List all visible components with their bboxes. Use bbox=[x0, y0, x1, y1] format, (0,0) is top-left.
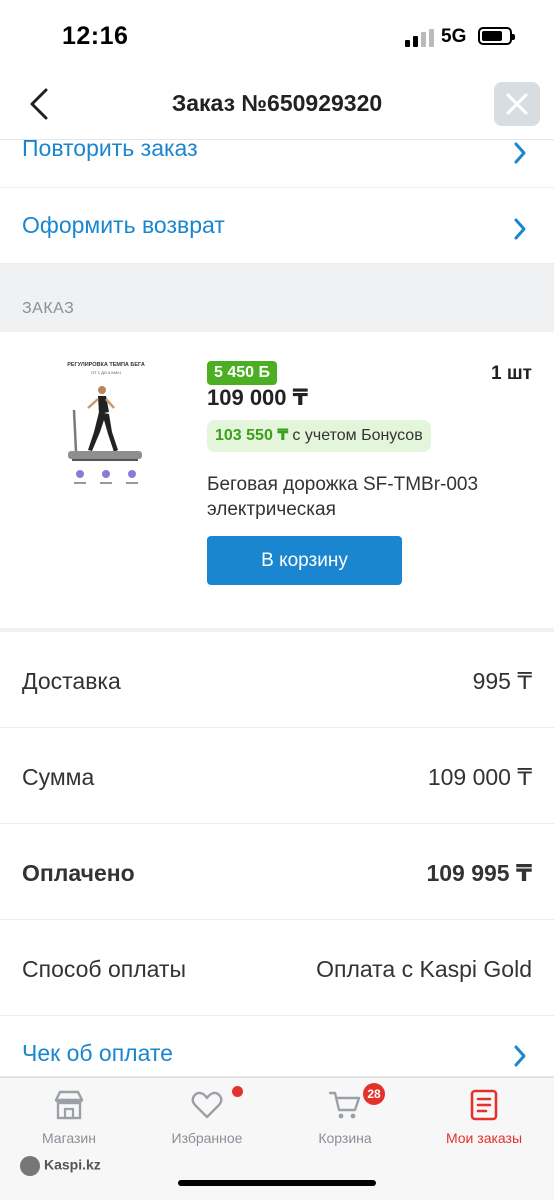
return-order-label: Оформить возврат bbox=[22, 212, 225, 238]
cart-icon bbox=[328, 1091, 361, 1119]
tab-label: Корзина bbox=[318, 1130, 372, 1146]
summary-row-paid: Оплачено 109 995 ₸ bbox=[0, 824, 554, 920]
chevron-right-icon bbox=[514, 218, 526, 240]
product-image-headline: РЕГУЛИРОВКА ТЕМПА БЕГА bbox=[67, 362, 145, 368]
tab-label: Избранное bbox=[171, 1130, 243, 1146]
summary-label: Способ оплаты bbox=[22, 956, 186, 982]
chevron-right-icon bbox=[514, 1045, 526, 1067]
product-image-subline: ОТ 1 ДО 6 КМ/Ч bbox=[91, 370, 121, 375]
kaspi-logo-icon bbox=[20, 1156, 40, 1176]
tab-my-orders[interactable]: Мои заказы bbox=[414, 1078, 554, 1156]
tab-favorites[interactable]: Избранное bbox=[138, 1078, 276, 1156]
tab-cart[interactable]: 28 Корзина bbox=[276, 1078, 414, 1156]
summary-row-payment-method: Способ оплаты Оплата с Kaspi Gold bbox=[0, 920, 554, 1016]
signal-icon bbox=[405, 29, 434, 47]
watermark-text: Kaspi.kz bbox=[44, 1156, 101, 1173]
product-quantity: 1 шт bbox=[491, 363, 532, 384]
receipt-row[interactable]: Чек об оплате bbox=[0, 1016, 554, 1077]
tab-label: Мои заказы bbox=[445, 1130, 523, 1146]
close-button[interactable] bbox=[494, 82, 540, 126]
orders-icon bbox=[470, 1089, 498, 1121]
network-label: 5G bbox=[441, 26, 467, 47]
product-image[interactable]: РЕГУЛИРОВКА ТЕМПА БЕГА ОТ 1 ДО 6 КМ/Ч bbox=[54, 352, 158, 500]
notification-dot bbox=[232, 1086, 243, 1097]
page-title: Заказ №650929320 bbox=[171, 90, 383, 116]
store-icon bbox=[54, 1090, 84, 1120]
summary-value: 109 995 ₸ bbox=[426, 860, 532, 886]
summary-row-delivery: Доставка 995 ₸ bbox=[0, 632, 554, 728]
summary-row-total: Сумма 109 000 ₸ bbox=[0, 728, 554, 824]
summary-label: Доставка bbox=[22, 668, 121, 694]
watermark: Kaspi.kz bbox=[20, 1156, 101, 1176]
product-price: 109 000 ₸ bbox=[207, 385, 308, 410]
status-time: 12:16 bbox=[62, 22, 129, 50]
tab-store[interactable]: Магазин bbox=[0, 1078, 138, 1156]
receipt-label: Чек об оплате bbox=[22, 1040, 173, 1066]
status-bar: 12:16 5G bbox=[0, 0, 554, 70]
summary-value: 995 ₸ bbox=[472, 668, 532, 694]
bonus-note: с учетом Бонусов bbox=[292, 427, 423, 444]
product-name[interactable]: Беговая дорожка SF-TMBr-003 электрическа… bbox=[207, 472, 527, 522]
heart-icon bbox=[191, 1091, 223, 1119]
close-icon bbox=[506, 93, 528, 115]
section-label: ЗАКАЗ bbox=[22, 300, 75, 317]
battery-icon bbox=[478, 27, 515, 45]
bonus-badge: 5 450 Б bbox=[207, 361, 277, 385]
chevron-right-icon bbox=[514, 142, 526, 164]
summary-label: Оплачено bbox=[22, 860, 135, 886]
nav-header: Заказ №650929320 bbox=[0, 70, 554, 140]
cart-count-badge: 28 bbox=[363, 1083, 385, 1105]
summary-value: Оплата с Kaspi Gold bbox=[316, 956, 532, 982]
bonus-price-pill: 103 550 ₸ с учетом Бонусов bbox=[207, 420, 431, 452]
summary-value: 109 000 ₸ bbox=[427, 764, 532, 790]
summary-label: Сумма bbox=[22, 764, 95, 790]
add-to-cart-button[interactable]: В корзину bbox=[207, 536, 402, 585]
tab-label: Магазин bbox=[41, 1130, 96, 1146]
section-divider bbox=[0, 264, 554, 332]
bonus-price: 103 550 ₸ bbox=[215, 427, 289, 444]
home-indicator bbox=[178, 1180, 376, 1186]
return-order-row[interactable]: Оформить возврат bbox=[0, 188, 554, 264]
product-card: РЕГУЛИРОВКА ТЕМПА БЕГА ОТ 1 ДО 6 КМ/Ч 5 … bbox=[0, 332, 554, 628]
